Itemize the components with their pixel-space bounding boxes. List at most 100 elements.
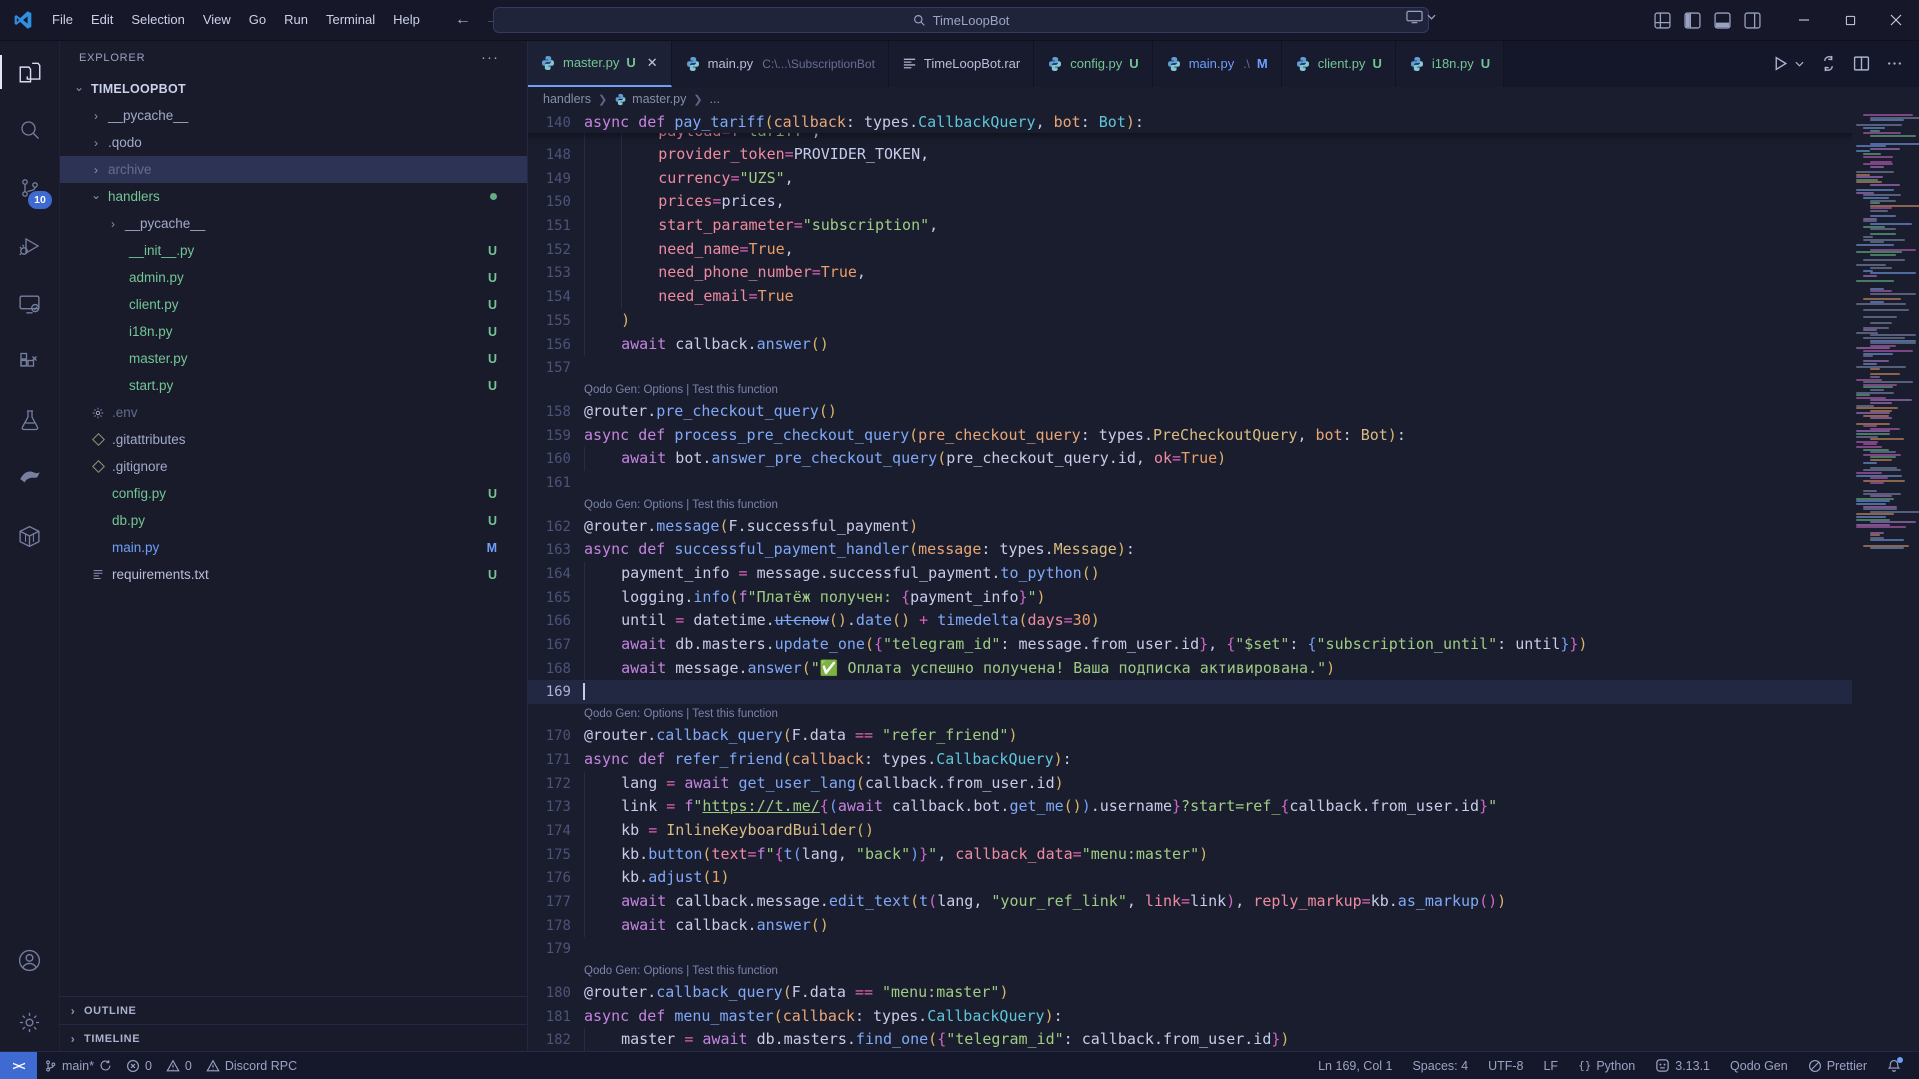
code-line-178[interactable]: 178await callback.answer() xyxy=(527,914,1919,938)
account-icon[interactable] xyxy=(0,934,59,986)
remote-indicator[interactable]: >< xyxy=(0,1052,37,1079)
code-line-161[interactable]: 161 xyxy=(527,471,1919,495)
compare-changes-icon[interactable] xyxy=(1820,55,1837,72)
tree-item-admin-py[interactable]: admin.pyU xyxy=(59,264,527,291)
toggle-secondary-sidebar-icon[interactable] xyxy=(1741,9,1763,31)
code-line-172[interactable]: 172lang = await get_user_lang(callback.f… xyxy=(527,772,1919,796)
tab-master-py[interactable]: master.pyU✕ xyxy=(527,40,672,87)
code-line-179[interactable]: 179 xyxy=(527,937,1919,961)
code-line-181[interactable]: 181async def menu_master(callback: types… xyxy=(527,1005,1919,1029)
close-icon[interactable]: ✕ xyxy=(647,55,658,71)
code-line-152[interactable]: 152need_name=True, xyxy=(527,238,1919,262)
back-arrow-icon[interactable]: ← xyxy=(455,11,471,29)
tab-client-py[interactable]: client.pyU xyxy=(1282,40,1396,87)
code-line-151[interactable]: 151start_parameter="subscription", xyxy=(527,214,1919,238)
code-line-182[interactable]: 182master = await db.masters.find_one({"… xyxy=(527,1028,1919,1052)
code-line-156[interactable]: 156await callback.answer() xyxy=(527,333,1919,357)
tab-config-py[interactable]: config.pyU xyxy=(1034,40,1152,87)
code-line-173[interactable]: 173link = f"https://t.me/{(await callbac… xyxy=(527,795,1919,819)
menu-file[interactable]: File xyxy=(43,0,82,40)
tree-item---pycache--[interactable]: ›__pycache__ xyxy=(59,210,527,237)
tree-item---init---py[interactable]: __init__.pyU xyxy=(59,237,527,264)
command-center-search[interactable]: TimeLoopBot xyxy=(493,7,1429,33)
status-0[interactable]: 0 xyxy=(159,1052,199,1079)
tab-i18n-py[interactable]: i18n.pyU xyxy=(1396,40,1504,87)
tree-item-db-py[interactable]: db.pyU xyxy=(59,507,527,534)
chevron-down-icon[interactable] xyxy=(1795,61,1804,67)
code-line-150[interactable]: 150prices=prices, xyxy=(527,190,1919,214)
tree-item-main-py[interactable]: main.pyM xyxy=(59,534,527,561)
tree-item-archive[interactable]: ›archive xyxy=(59,156,527,183)
status-spaces-4[interactable]: Spaces: 4 xyxy=(1402,1052,1478,1079)
container-icon[interactable] xyxy=(0,510,59,562)
code-line-149[interactable]: 149currency="UZS", xyxy=(527,167,1919,191)
menu-help[interactable]: Help xyxy=(384,0,429,40)
tree-item-client-py[interactable]: client.pyU xyxy=(59,291,527,318)
tree-item---pycache--[interactable]: ›__pycache__ xyxy=(59,102,527,129)
minimap[interactable] xyxy=(1852,111,1919,1052)
extensions-icon[interactable] xyxy=(0,336,59,388)
code-line-148[interactable]: 148provider_token=PROVIDER_TOKEN, xyxy=(527,143,1919,167)
menu-selection[interactable]: Selection xyxy=(122,0,193,40)
code-line-171[interactable]: 171async def refer_friend(callback: type… xyxy=(527,748,1919,772)
tree-item-master-py[interactable]: master.pyU xyxy=(59,345,527,372)
tab-main-py[interactable]: main.py.\M xyxy=(1153,40,1282,87)
menu-edit[interactable]: Edit xyxy=(82,0,122,40)
tree-item-requirements-txt[interactable]: requirements.txtU xyxy=(59,561,527,588)
sidebar-section-timeline[interactable]: ›TIMELINE xyxy=(59,1024,527,1052)
source-control-icon[interactable]: 10 xyxy=(0,162,59,214)
status-0[interactable]: 0 xyxy=(119,1052,159,1079)
status-ln-169-col-1[interactable]: Ln 169, Col 1 xyxy=(1308,1052,1402,1079)
code-line-159[interactable]: 159async def process_pre_checkout_query(… xyxy=(527,424,1919,448)
code-line-169[interactable]: 169 xyxy=(527,680,1919,704)
codelens-label[interactable]: Qodo Gen: Options | Test this function xyxy=(527,380,1919,400)
menu-view[interactable]: View xyxy=(194,0,240,40)
code-line-175[interactable]: 175kb.button(text=f"{t(lang, "back")}", … xyxy=(527,843,1919,867)
split-editor-icon[interactable] xyxy=(1853,55,1870,72)
close-button[interactable] xyxy=(1873,0,1919,40)
status-lf[interactable]: LF xyxy=(1533,1052,1568,1079)
code-line-164[interactable]: 164payment_info = message.successful_pay… xyxy=(527,562,1919,586)
sticky-scroll-line[interactable]: 140async def pay_tariff(callback: types.… xyxy=(527,111,1919,133)
settings-gear-icon[interactable] xyxy=(0,996,59,1048)
qodo-icon[interactable] xyxy=(0,452,59,504)
run-debug-icon[interactable] xyxy=(0,220,59,272)
status-bell-icon[interactable] xyxy=(1877,1052,1911,1079)
testing-icon[interactable] xyxy=(0,394,59,446)
status-discord-rpc[interactable]: Discord RPC xyxy=(199,1052,304,1079)
toggle-primary-sidebar-icon[interactable] xyxy=(1681,9,1703,31)
tree-item-start-py[interactable]: start.pyU xyxy=(59,372,527,399)
menu-terminal[interactable]: Terminal xyxy=(317,0,384,40)
breadcrumb-item[interactable]: ... xyxy=(710,92,720,106)
menu-run[interactable]: Run xyxy=(275,0,317,40)
tree-item--gitignore[interactable]: .gitignore xyxy=(59,453,527,480)
breadcrumb[interactable]: handlers❯master.py❯... xyxy=(527,87,1919,111)
codelens-label[interactable]: Qodo Gen: Options | Test this function xyxy=(527,961,1919,981)
code-line-162[interactable]: 162@router.message(F.successful_payment) xyxy=(527,515,1919,539)
explorer-icon[interactable] xyxy=(0,46,59,98)
maximize-button[interactable] xyxy=(1827,0,1873,40)
code-line-155[interactable]: 155) xyxy=(527,309,1919,333)
code-line-147[interactable]: 147payload=f"tariff", xyxy=(527,133,1919,143)
minimize-button[interactable] xyxy=(1781,0,1827,40)
codelens-label[interactable]: Qodo Gen: Options | Test this function xyxy=(527,495,1919,515)
code-line-170[interactable]: 170@router.callback_query(F.data == "ref… xyxy=(527,724,1919,748)
code-line-165[interactable]: 165logging.info(f"Платёж получен: {payme… xyxy=(527,586,1919,610)
code-line-167[interactable]: 167await db.masters.update_one({"telegra… xyxy=(527,633,1919,657)
breadcrumb-item[interactable]: handlers xyxy=(543,92,591,106)
codelens-label[interactable]: Qodo Gen: Options | Test this function xyxy=(527,704,1919,724)
run-button[interactable] xyxy=(1772,55,1789,72)
code-line-163[interactable]: 163async def successful_payment_handler(… xyxy=(527,538,1919,562)
status-utf-8[interactable]: UTF-8 xyxy=(1478,1052,1533,1079)
toggle-panel-icon[interactable] xyxy=(1711,9,1733,31)
code-line-153[interactable]: 153need_phone_number=True, xyxy=(527,261,1919,285)
remote-explorer-icon[interactable] xyxy=(0,278,59,330)
code-line-168[interactable]: 168await message.answer("✅ Оплата успешн… xyxy=(527,657,1919,681)
code-line-174[interactable]: 174kb = InlineKeyboardBuilder() xyxy=(527,819,1919,843)
tree-item--gitattributes[interactable]: .gitattributes xyxy=(59,426,527,453)
tab-TimeLoopBot-rar[interactable]: TimeLoopBot.rar xyxy=(889,40,1034,87)
code-line-180[interactable]: 180@router.callback_query(F.data == "men… xyxy=(527,981,1919,1005)
code-line-157[interactable]: 157 xyxy=(527,356,1919,380)
tab-main-py[interactable]: main.pyC:\...\SubscriptionBot xyxy=(672,40,889,87)
tree-root[interactable]: ⌄TIMELOOPBOT xyxy=(59,75,527,102)
